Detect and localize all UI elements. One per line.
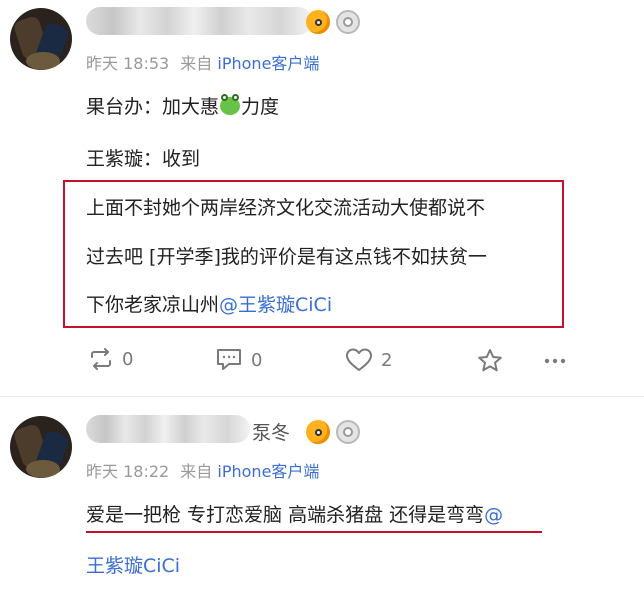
comment-button[interactable]: 0: [215, 347, 262, 373]
medal-badge-icon: [336, 420, 360, 444]
avatar[interactable]: [10, 8, 72, 70]
repost-icon: [91, 348, 111, 370]
more-button[interactable]: [543, 353, 567, 372]
post-divider: [0, 396, 644, 397]
source-link[interactable]: iPhone客户端: [217, 54, 319, 73]
source-link[interactable]: iPhone客户端: [217, 462, 319, 481]
like-count: 2: [381, 349, 393, 371]
username-blurred[interactable]: [86, 7, 312, 35]
post-time: 昨天 18:53: [86, 54, 170, 73]
like-button[interactable]: 2: [345, 347, 392, 373]
mention-link[interactable]: @王紫璇CiCi: [219, 294, 332, 316]
fish-badge-icon: [306, 420, 330, 444]
boxed-line-2: 过去吧 [开学季]我的评价是有这点钱不如扶贫一: [86, 246, 487, 268]
highlight-underline: [86, 531, 542, 533]
comment-count: 0: [251, 349, 263, 371]
post-line-1: 果台办：加大惠 力度: [86, 94, 280, 118]
favorite-button[interactable]: [477, 348, 503, 377]
username-blurred[interactable]: [86, 415, 250, 443]
more-icon: [544, 358, 566, 364]
heart-icon: [346, 348, 372, 371]
avatar[interactable]: [10, 416, 72, 478]
star-icon: [478, 349, 502, 372]
boxed-line-1: 上面不封她个两岸经济文化交流活动大使都说不: [86, 197, 486, 219]
post-meta: 昨天 18:53 来自 iPhone客户端: [86, 50, 319, 74]
comment-icon: [217, 349, 241, 370]
repost-button[interactable]: 0: [88, 347, 133, 371]
medal-badge-icon: [336, 10, 360, 34]
username-fragment[interactable]: 泵冬: [252, 418, 290, 445]
mention-link[interactable]: 王紫璇CiCi: [86, 551, 180, 578]
post-time: 昨天 18:22: [86, 462, 170, 481]
frog-emoji-icon: [220, 94, 241, 115]
mention-at[interactable]: @: [484, 504, 503, 526]
repost-count: 0: [122, 348, 134, 370]
source-prefix: 来自: [180, 462, 213, 481]
source-prefix: 来自: [180, 54, 213, 73]
post2-line-1: 爱是一把枪 专打恋爱脑 高端杀猪盘 还得是弯弯@: [86, 504, 504, 526]
boxed-line-3: 下你老家凉山州@王紫璇CiCi: [86, 294, 333, 316]
post-line-2: 王紫璇：收到: [86, 148, 201, 170]
fish-badge-icon: [306, 10, 330, 34]
post-meta: 昨天 18:22 来自 iPhone客户端: [86, 458, 319, 482]
